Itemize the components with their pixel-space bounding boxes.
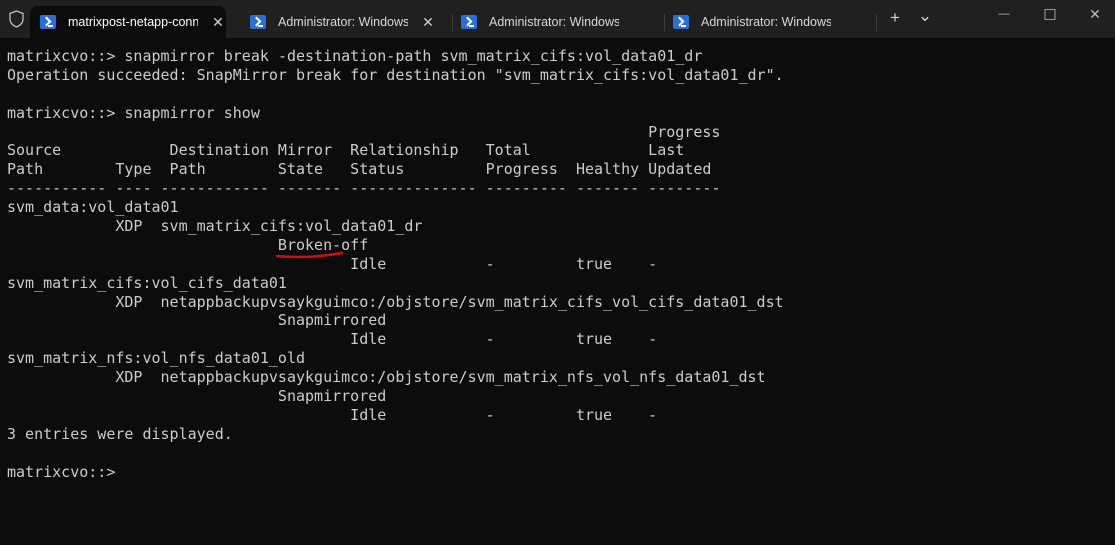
new-tab-button[interactable]: + — [883, 8, 907, 28]
terminal-line: matrixcvo::> snapmirror show — [7, 103, 260, 122]
close-tab-icon[interactable]: ✕ — [210, 14, 226, 31]
tab-matrixpost-netapp[interactable]: matrixpost-netapp-conn ✕ — [30, 6, 226, 38]
terminal-line: Snapmirrored — [7, 311, 387, 330]
shield-icon — [9, 10, 24, 28]
minimize-button[interactable]: — — [984, 8, 1024, 20]
powershell-icon — [40, 15, 56, 29]
terminal-line: Idle - true - — [7, 254, 658, 273]
terminal-line: Idle - true - — [7, 405, 658, 424]
terminal-line: XDP svm_matrix_cifs:vol_data01_dr — [7, 217, 423, 236]
close-window-button[interactable]: ✕ — [1075, 6, 1115, 23]
tab-label: Administrator: Windows P — [278, 15, 408, 29]
maximize-button[interactable]: ☐ — [1030, 6, 1070, 24]
terminal-line: Idle - true - — [7, 330, 658, 349]
terminal-line: Operation succeeded: SnapMirror break fo… — [7, 65, 784, 84]
tab-label: matrixpost-netapp-conn — [68, 15, 198, 29]
terminal-line: Path Type Path State Status Progress Hea… — [7, 160, 712, 179]
terminal-line: 3 entries were displayed. — [7, 424, 233, 443]
powershell-icon — [673, 15, 689, 29]
terminal-line: svm_matrix_nfs:vol_nfs_data01_old — [7, 349, 306, 368]
terminal-line: svm_data:vol_data01 — [7, 198, 179, 217]
terminal-output[interactable]: matrixcvo::> snapmirror break -destinati… — [7, 47, 784, 481]
terminal-line: Source Destination Mirror Relationship T… — [7, 141, 685, 160]
terminal-line: svm_matrix_cifs:vol_cifs_data01 — [7, 273, 287, 292]
tab-administrator-2[interactable]: Administrator: Windows P — [451, 6, 656, 38]
terminal-line: matrixcvo::> — [7, 462, 116, 481]
title-bar: matrixpost-netapp-conn ✕ Administrator: … — [0, 0, 1115, 38]
terminal-line: XDP netappbackupvsaykguimco:/objstore/sv… — [7, 368, 766, 387]
tab-dropdown-chevron-icon[interactable]: ⌄ — [913, 6, 937, 26]
powershell-icon — [250, 15, 266, 29]
tab-label: Administrator: Windows P — [701, 15, 831, 29]
tab-administrator-3[interactable]: Administrator: Windows P — [663, 6, 868, 38]
terminal-line: Progress — [7, 122, 721, 141]
terminal-line: ----------- ---- ------------ ------- --… — [7, 179, 721, 198]
close-tab-icon[interactable]: ✕ — [420, 14, 436, 31]
terminal-line: Snapmirrored — [7, 387, 387, 406]
powershell-icon — [461, 15, 477, 29]
tab-separator — [876, 14, 877, 31]
terminal-line: matrixcvo::> snapmirror break -destinati… — [7, 47, 703, 65]
terminal-line: Broken-off — [7, 235, 369, 254]
terminal-line: XDP netappbackupvsaykguimco:/objstore/sv… — [7, 292, 784, 311]
tab-label: Administrator: Windows P — [489, 15, 619, 29]
red-underline-annotation — [275, 251, 344, 259]
tab-administrator-1[interactable]: Administrator: Windows P ✕ — [240, 6, 445, 38]
